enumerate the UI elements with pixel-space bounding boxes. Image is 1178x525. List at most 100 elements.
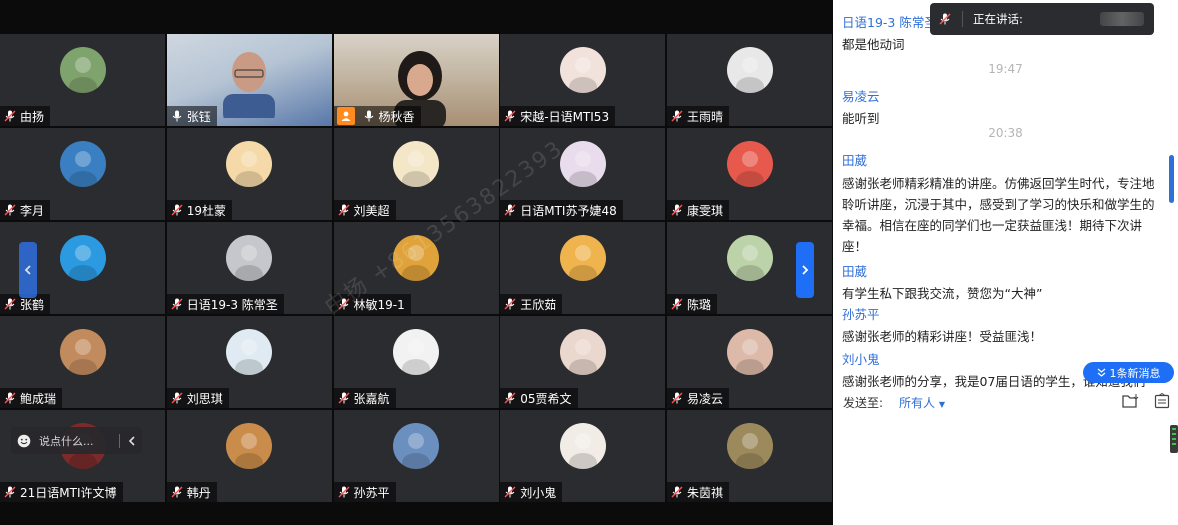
side-handle[interactable]	[1170, 425, 1178, 453]
participant-tile[interactable]: 05贾希文	[500, 316, 666, 408]
muted-mic-icon	[171, 486, 183, 498]
participant-name: 易凌云	[687, 391, 724, 406]
participant-tile[interactable]: 刘思琪	[166, 316, 332, 408]
message-timestamp: 19:47	[988, 62, 1023, 76]
avatar	[726, 423, 773, 469]
participant-tile[interactable]: 杨秋香	[333, 34, 499, 126]
participant-tile[interactable]: 宋越-日语MTI53	[500, 34, 666, 126]
participant-name-bar: 05贾希文	[500, 388, 578, 408]
muted-mic-icon	[4, 204, 16, 216]
avatar	[559, 329, 606, 375]
participant-name-bar: 孙苏平	[333, 482, 396, 502]
participant-name-bar: 宋越-日语MTI53	[500, 106, 616, 126]
chat-scrollbar[interactable]	[1169, 155, 1174, 203]
participant-name: 刘思琪	[186, 391, 223, 406]
speaking-label: 正在讲话:	[973, 12, 1023, 26]
participant-name: 19杜蒙	[186, 203, 227, 218]
message-text: 感谢张老师的精彩讲座！受益匪浅！	[842, 329, 1043, 344]
prev-page-button[interactable]	[19, 242, 37, 298]
muted-mic-icon	[338, 204, 349, 216]
participant-name-bar: 康雯琪	[667, 200, 730, 220]
participant-tile[interactable]: 孙苏平	[333, 410, 499, 502]
message-sender[interactable]: 田葳	[842, 261, 867, 280]
message-text: 感谢张老师精彩精准的讲座。仿佛返回学生时代，专注地聆听讲座，沉浸于其中，感受到了…	[842, 176, 1155, 254]
participant-name-bar: 易凌云	[667, 388, 730, 408]
muted-mic-icon	[671, 392, 683, 404]
new-message-label: 1条新消息	[1109, 366, 1161, 380]
participant-name: 鲍成瑞	[20, 391, 57, 406]
message-sender[interactable]: 刘小鬼	[842, 349, 880, 368]
notice-board-icon[interactable]	[1154, 393, 1170, 409]
muted-mic-icon	[504, 204, 516, 216]
message-sender[interactable]: 易凌云	[842, 86, 880, 105]
participant-tile[interactable]: 张嘉航	[333, 316, 499, 408]
muted-mic-icon	[504, 392, 516, 404]
participant-tile[interactable]: 由扬	[0, 34, 165, 126]
participant-tile[interactable]: 刘小鬼	[500, 410, 666, 502]
next-page-button[interactable]	[796, 242, 814, 298]
avatar	[393, 423, 439, 469]
participant-name-bar: 由扬	[0, 106, 51, 126]
participant-tile[interactable]: 李月	[0, 128, 165, 220]
mic-icon	[364, 110, 373, 122]
muted-mic-icon	[671, 298, 683, 310]
new-message-button[interactable]: 1条新消息	[1083, 362, 1174, 383]
divider	[962, 11, 963, 27]
participant-tile[interactable]: 日语MTI苏予婕48	[500, 128, 666, 220]
video-feed	[223, 48, 276, 124]
message-text: 都是他动词	[842, 37, 905, 52]
message-sender[interactable]: 田葳	[842, 150, 867, 169]
muted-mic-icon	[4, 298, 16, 310]
participant-name: 杨秋香	[378, 109, 415, 124]
send-to-selector[interactable]: 所有人 ▼	[899, 394, 945, 411]
participant-name-bar: 张钰	[166, 106, 217, 126]
participant-tile[interactable]: 刘美超	[333, 128, 499, 220]
participant-tile[interactable]: 鲍成瑞	[0, 316, 165, 408]
folder-icon[interactable]	[1122, 393, 1140, 409]
user-icon	[336, 107, 355, 125]
avatar	[59, 235, 106, 281]
participant-tile[interactable]: 张钰	[166, 34, 332, 126]
participant-name: 朱茵祺	[687, 485, 724, 500]
muted-mic-icon	[338, 392, 349, 404]
muted-mic-icon	[338, 486, 349, 498]
chevron-left-icon	[24, 265, 31, 275]
muted-mic-icon	[671, 204, 683, 216]
participant-tile[interactable]: 21日语MTI许文博	[0, 410, 165, 502]
muted-mic-icon	[171, 204, 183, 216]
send-to-label: 发送至:	[843, 395, 884, 410]
mic-icon	[172, 110, 182, 122]
participant-tile[interactable]: 日语19-3 陈常圣	[166, 222, 332, 314]
participant-tile[interactable]: 王雨晴	[667, 34, 832, 126]
avatar	[559, 235, 606, 281]
chat-panel: 日语19-3 陈常圣 都是他动词 19:47 易凌云 能听到 20:38 田葳 感谢张老师精彩…	[833, 0, 1178, 525]
participant-name: 韩丹	[186, 485, 211, 500]
participant-name-bar: 李月	[0, 200, 51, 220]
participant-name-bar: 日语MTI苏予婕48	[500, 200, 623, 220]
participant-name: 日语MTI苏予婕48	[520, 203, 617, 218]
participant-tile[interactable]: 19杜蒙	[166, 128, 332, 220]
avatar	[559, 141, 606, 187]
avatar	[226, 329, 273, 375]
avatar	[726, 141, 773, 187]
participant-name: 王欣茹	[520, 297, 557, 312]
message-sender[interactable]: 孙苏平	[842, 304, 880, 323]
message-sender[interactable]: 日语19-3 陈常圣	[842, 12, 937, 31]
muted-mic-icon	[338, 298, 349, 310]
participant-tile[interactable]: 王欣茹	[500, 222, 666, 314]
chat-messages[interactable]: 日语19-3 陈常圣 都是他动词 19:47 易凌云 能听到 20:38 田葳 感谢张老师精彩…	[833, 0, 1178, 390]
speaker-name-blurred	[1100, 12, 1144, 26]
muted-mic-icon	[171, 392, 183, 404]
participant-name: 日语19-3 陈常圣	[186, 297, 278, 312]
participant-name-bar: 19杜蒙	[166, 200, 233, 220]
quick-chat-input[interactable]: 说点什么...	[11, 427, 142, 454]
collapse-chevron-icon[interactable]	[128, 435, 136, 446]
avatar	[59, 47, 106, 93]
participant-tile[interactable]: 易凌云	[667, 316, 832, 408]
emoji-icon[interactable]	[17, 434, 31, 448]
participant-tile[interactable]: 康雯琪	[667, 128, 832, 220]
participant-name-bar: 陈璐	[667, 294, 718, 314]
participant-tile[interactable]: 韩丹	[166, 410, 332, 502]
participant-tile[interactable]: 朱茵祺	[667, 410, 832, 502]
participant-tile[interactable]: 林敏19-1	[333, 222, 499, 314]
